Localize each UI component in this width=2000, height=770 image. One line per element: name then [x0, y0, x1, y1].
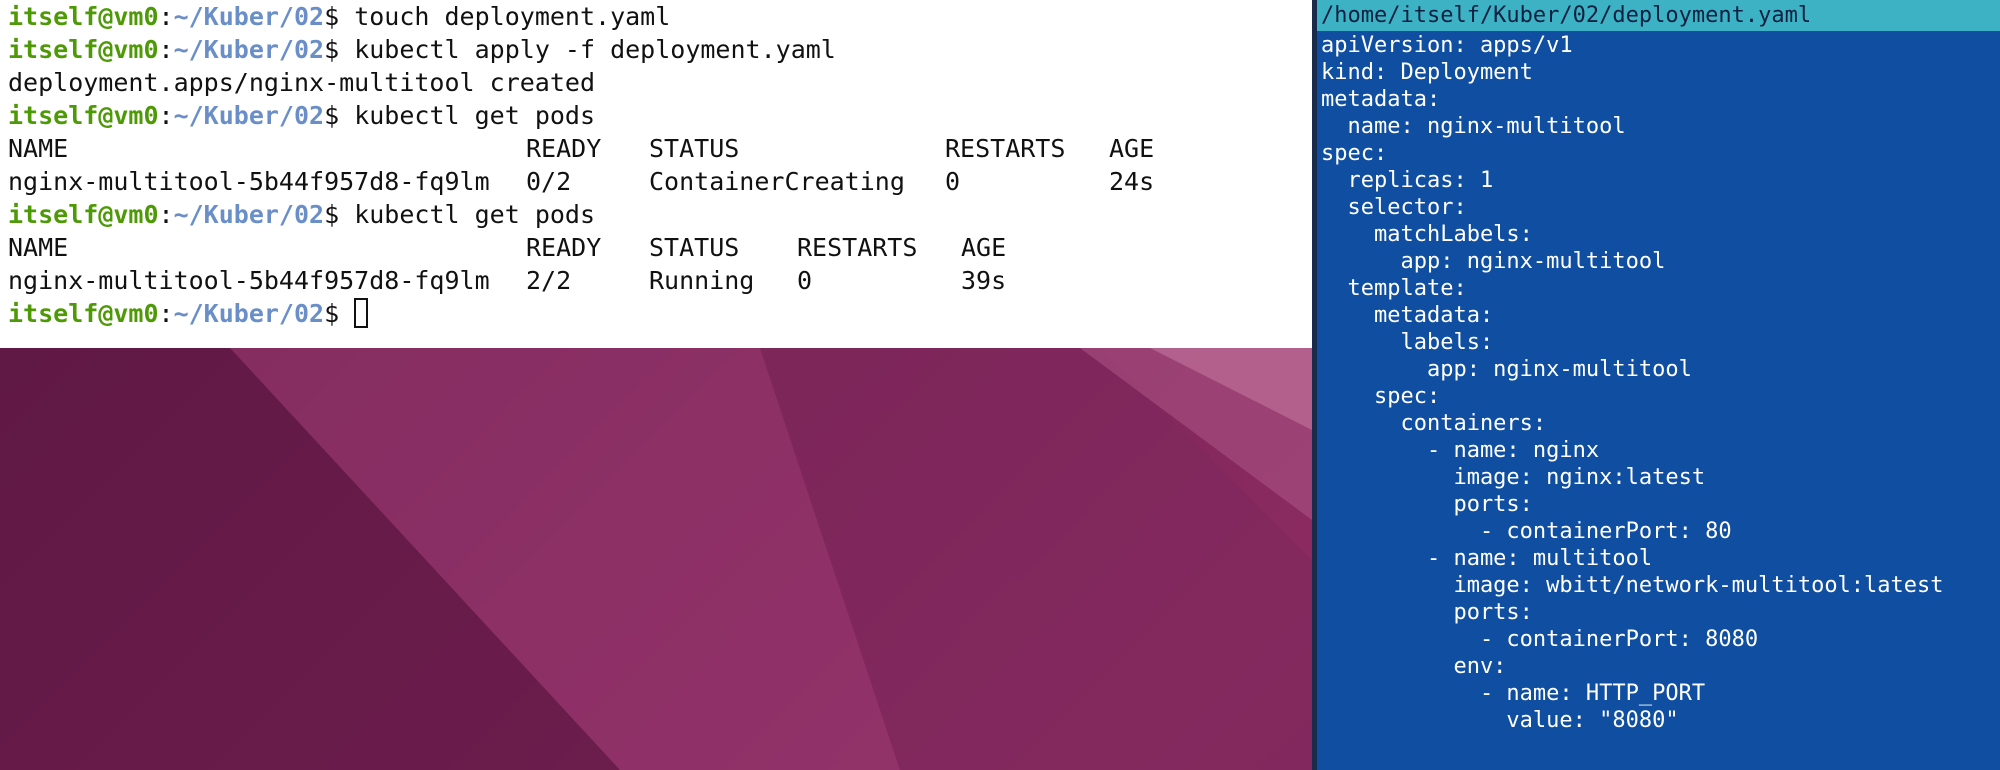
yaml-editor-window[interactable]: /home/itself/Kuber/02/deployment.yaml ap… — [1312, 0, 2000, 770]
pods-table-cell: 2/2 — [526, 266, 572, 295]
prompt-separator: : — [158, 101, 174, 130]
terminal-prompt-line: itself@vm0:~/Kuber/02$ touch deployment.… — [8, 0, 1312, 33]
pods-table-cell: ContainerCreating — [649, 167, 905, 196]
terminal-output-line: deployment.apps/nginx-multitool created — [8, 68, 595, 97]
prompt-path: ~/Kuber/02 — [173, 101, 325, 130]
prompt-symbol: $ — [324, 2, 355, 31]
prompt-user: itself@vm0 — [8, 35, 159, 64]
pods-table-cell: 0 — [797, 266, 813, 295]
prompt-user: itself@vm0 — [8, 299, 159, 328]
yaml-line: - name: HTTP_PORT — [1321, 681, 1706, 706]
yaml-line: replicas: 1 — [1321, 168, 1494, 193]
yaml-line: name: nginx-multitool — [1321, 114, 1626, 139]
pods-column-header: NAME — [8, 233, 69, 262]
editor-file-path: /home/itself/Kuber/02/deployment.yaml — [1317, 0, 2000, 31]
terminal-cursor — [354, 298, 369, 328]
terminal-command: touch deployment.yaml — [354, 2, 671, 31]
prompt-path: ~/Kuber/02 — [173, 2, 325, 31]
terminal-command: kubectl get pods — [354, 200, 596, 229]
prompt-symbol: $ — [324, 101, 355, 130]
prompt-symbol: $ — [324, 299, 355, 328]
pods-table-cell: 0/2 — [526, 167, 572, 196]
pods-table-header: NAME READY STATUS RESTARTS AGE — [8, 231, 1312, 264]
terminal-command: kubectl get pods — [354, 101, 596, 130]
yaml-line: containers: — [1321, 411, 1547, 436]
yaml-line: template: — [1321, 276, 1467, 301]
prompt-user: itself@vm0 — [8, 200, 159, 229]
pods-table-cell: nginx-multitool-5b44f957d8-fq9lm — [8, 167, 490, 196]
pods-column-header: AGE — [1109, 134, 1155, 163]
yaml-line: matchLabels: — [1321, 222, 1533, 247]
pods-column-header: RESTARTS — [797, 233, 918, 262]
pods-table-cell: 39s — [961, 266, 1007, 295]
terminal-prompt-line: itself@vm0:~/Kuber/02$ — [8, 297, 1312, 330]
pods-column-header: NAME — [8, 134, 69, 163]
yaml-line: spec: — [1321, 384, 1441, 409]
yaml-line: app: nginx-multitool — [1321, 249, 1666, 274]
pods-table-cell: Running — [649, 266, 755, 295]
prompt-path: ~/Kuber/02 — [173, 200, 325, 229]
prompt-path: ~/Kuber/02 — [173, 299, 325, 328]
terminal-prompt-line: itself@vm0:~/Kuber/02$ kubectl get pods — [8, 99, 1312, 132]
prompt-symbol: $ — [324, 35, 355, 64]
terminal-prompt-line: itself@vm0:~/Kuber/02$ kubectl get pods — [8, 198, 1312, 231]
yaml-line: env: — [1321, 654, 1507, 679]
yaml-line: kind: Deployment — [1321, 60, 1533, 85]
yaml-line: selector: — [1321, 195, 1467, 220]
yaml-line: value: "8080" — [1321, 708, 1679, 733]
pods-column-header: READY — [526, 134, 602, 163]
pods-table-cell: nginx-multitool-5b44f957d8-fq9lm — [8, 266, 490, 295]
pods-table-cell: 0 — [945, 167, 961, 196]
yaml-line: spec: — [1321, 141, 1388, 166]
terminal-command: kubectl apply -f deployment.yaml — [354, 35, 836, 64]
prompt-path: ~/Kuber/02 — [173, 35, 325, 64]
prompt-separator: : — [158, 2, 174, 31]
terminal-prompt-line: itself@vm0:~/Kuber/02$ kubectl apply -f … — [8, 33, 1312, 66]
pods-column-header: STATUS — [649, 233, 740, 262]
yaml-line: ports: — [1321, 600, 1533, 625]
yaml-line: - containerPort: 80 — [1321, 519, 1732, 544]
pods-column-header: STATUS — [649, 134, 740, 163]
prompt-separator: : — [158, 299, 174, 328]
pods-column-header: RESTARTS — [945, 134, 1066, 163]
pods-table-header: NAME READY STATUS RESTARTS AGE — [8, 132, 1312, 165]
prompt-user: itself@vm0 — [8, 101, 159, 130]
terminal-output: itself@vm0:~/Kuber/02$ touch deployment.… — [8, 0, 1312, 330]
yaml-line: metadata: — [1321, 87, 1441, 112]
yaml-line: metadata: — [1321, 303, 1494, 328]
yaml-line: apiVersion: apps/v1 — [1321, 33, 1573, 58]
yaml-line: - name: multitool — [1321, 546, 1653, 571]
pods-table-row: nginx-multitool-5b44f957d8-fq9lm 0/2 Conta… — [8, 165, 1312, 198]
pods-column-header: AGE — [961, 233, 1007, 262]
pods-column-header: READY — [526, 233, 602, 262]
yaml-line: image: wbitt/network-multitool:latest — [1321, 573, 1944, 598]
editor-content[interactable]: apiVersion: apps/v1 kind: Deployment metad… — [1317, 31, 2000, 734]
prompt-separator: : — [158, 35, 174, 64]
pods-table-cell: 24s — [1109, 167, 1155, 196]
prompt-user: itself@vm0 — [8, 2, 159, 31]
yaml-line: labels: — [1321, 330, 1494, 355]
yaml-line: app: nginx-multitool — [1321, 357, 1692, 382]
prompt-separator: : — [158, 200, 174, 229]
pods-table-row: nginx-multitool-5b44f957d8-fq9lm 2/2 Runni… — [8, 264, 1312, 297]
yaml-line: - name: nginx — [1321, 438, 1600, 463]
terminal-window[interactable]: itself@vm0:~/Kuber/02$ touch deployment.… — [0, 0, 1312, 348]
yaml-line: image: nginx:latest — [1321, 465, 1706, 490]
yaml-line: - containerPort: 8080 — [1321, 627, 1759, 652]
yaml-line: ports: — [1321, 492, 1533, 517]
prompt-symbol: $ — [324, 200, 355, 229]
